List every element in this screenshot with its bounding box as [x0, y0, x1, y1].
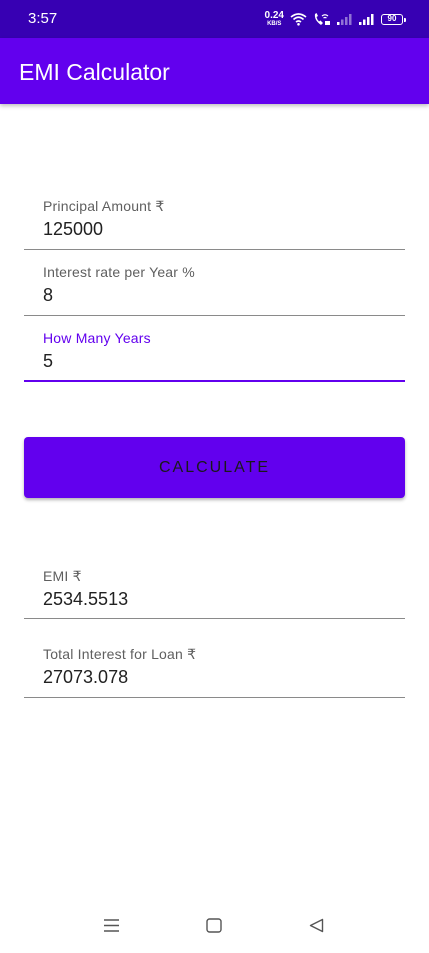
principal-amount-label: Principal Amount ₹: [43, 198, 165, 214]
wifi-icon: [290, 13, 307, 26]
signal-strength-icon: [359, 14, 374, 25]
interest-rate-field[interactable]: Interest rate per Year % 8: [24, 252, 405, 316]
total-interest-label: Total Interest for Loan ₹: [43, 646, 197, 662]
status-icons: 0.24 KB/S 90: [264, 10, 406, 28]
back-triangle-icon[interactable]: [309, 918, 324, 933]
app-bar: EMI Calculator: [0, 38, 429, 104]
app-title: EMI Calculator: [19, 59, 170, 85]
years-input[interactable]: 5: [43, 351, 53, 372]
years-label: How Many Years: [43, 330, 151, 346]
battery-icon: 90: [381, 13, 406, 25]
interest-rate-label: Interest rate per Year %: [43, 264, 195, 280]
interest-rate-input[interactable]: 8: [43, 285, 53, 306]
network-speed-unit: KB/S: [267, 21, 282, 27]
emi-value: 2534.5513: [43, 589, 129, 609]
navigation-bar: [0, 898, 429, 953]
network-speed: 0.24 KB/S: [264, 10, 284, 28]
battery-level: 90: [387, 14, 397, 23]
emi-label: EMI ₹: [43, 568, 82, 584]
principal-amount-field[interactable]: Principal Amount ₹ 125000: [24, 186, 405, 250]
status-time: 3:57: [28, 10, 58, 27]
emi-result-field: EMI ₹ 2534.5513: [24, 556, 405, 619]
home-square-icon[interactable]: [206, 918, 222, 933]
principal-amount-input[interactable]: 125000: [43, 219, 103, 240]
years-field[interactable]: How Many Years 5: [24, 318, 405, 382]
total-interest-field: Total Interest for Loan ₹ 27073.078: [24, 634, 405, 698]
wifi-call-icon: [314, 13, 330, 25]
menu-icon[interactable]: [103, 918, 120, 933]
status-bar: 3:57 0.24 KB/S 90: [0, 0, 429, 38]
total-interest-value: 27073.078: [43, 667, 129, 687]
signal-strength-icon: [337, 14, 352, 25]
network-speed-value: 0.24: [264, 10, 284, 21]
calculate-button[interactable]: CALCULATE: [24, 437, 405, 498]
